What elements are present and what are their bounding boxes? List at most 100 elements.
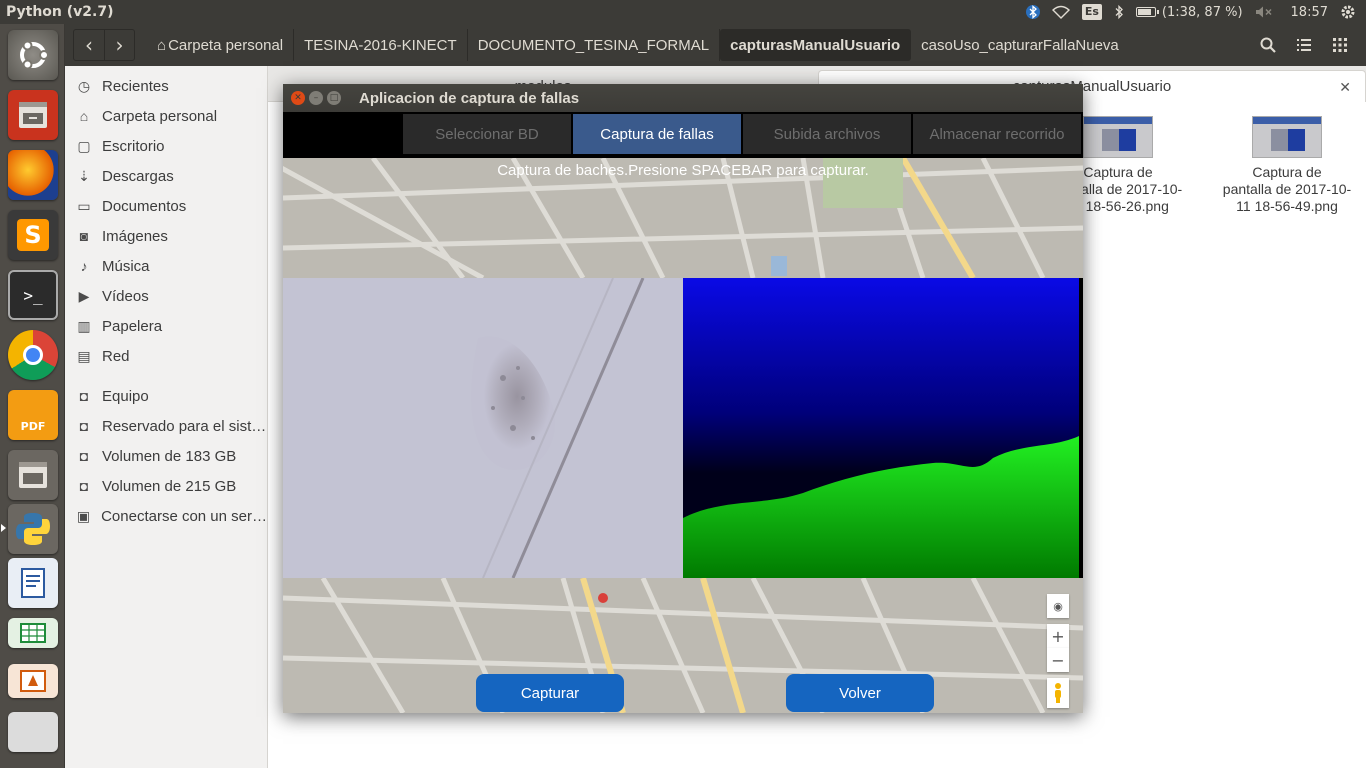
sidebar-separator	[65, 371, 267, 381]
python-icon[interactable]	[8, 504, 58, 554]
files-icon[interactable]	[8, 90, 58, 140]
breadcrumb-label: capturasManualUsuario	[730, 36, 901, 54]
sidebar-item-trash[interactable]: ▥ Papelera	[65, 311, 267, 341]
map-zoom-in-button[interactable]: +	[1047, 624, 1069, 648]
sidebar-item-recent[interactable]: ◷ Recientes	[65, 71, 267, 101]
breadcrumb-label: DOCUMENTO_TESINA_FORMAL	[477, 36, 710, 54]
active-app-title: Python (v2.7)	[6, 4, 114, 20]
map-zoom-out-button[interactable]: −	[1047, 648, 1069, 672]
forward-button[interactable]: ›	[104, 30, 134, 60]
sidebar-item-network[interactable]: ▤ Red	[65, 341, 267, 371]
libreoffice-writer-icon[interactable]	[8, 558, 58, 608]
tab-captura-de-fallas[interactable]: Captura de fallas	[573, 114, 741, 154]
breadcrumb-label: casoUso_capturarFallaNueva	[921, 36, 1119, 54]
sidebar-item-desktop[interactable]: ▢ Escritorio	[65, 131, 267, 161]
sidebar-item-label: Red	[102, 347, 130, 365]
sidebar-item-label: Carpeta personal	[102, 107, 218, 125]
sidebar-item-downloads[interactable]: ⇣ Descargas	[65, 161, 267, 191]
sidebar-item-connect-server[interactable]: ▣ Conectarse con un ser…	[65, 501, 267, 531]
file-manager-tools	[1252, 30, 1356, 60]
document-icon: ▭	[77, 197, 91, 214]
sidebar-item-volume-215[interactable]: ◘ Volumen de 215 GB	[65, 471, 267, 501]
drive-icon: ◘	[79, 448, 89, 464]
image-thumbnail	[1083, 116, 1153, 158]
grid-view-button[interactable]	[1324, 30, 1356, 60]
keyboard-layout-indicator[interactable]: Es	[1081, 0, 1102, 24]
back-button[interactable]: ‹	[74, 30, 104, 60]
chevron-left-icon: ‹	[85, 33, 93, 57]
breadcrumb-item[interactable]: casoUso_capturarFallaNueva	[911, 29, 1129, 61]
tab-seleccionar-bd[interactable]: Seleccionar BD	[403, 114, 571, 154]
sidebar-item-computer[interactable]: ◘ Equipo	[65, 381, 267, 411]
window-minimize-button[interactable]: –	[309, 91, 323, 105]
network-icon: ▤	[77, 347, 91, 364]
street-view-pegman[interactable]	[1047, 678, 1069, 708]
back-button[interactable]: Volver	[786, 674, 934, 712]
pegman-icon	[1055, 683, 1061, 703]
tab-almacenar-recorrido[interactable]: Almacenar recorrido	[913, 114, 1081, 154]
trash-icon: ▥	[77, 317, 91, 334]
breadcrumb-home[interactable]: ⌂ Carpeta personal	[147, 29, 295, 61]
sublime-text-icon[interactable]: S	[8, 210, 58, 260]
image-thumbnail	[1252, 116, 1322, 158]
file-item[interactable]: Captura de pantalla de 2017-10- 11 18-56…	[1217, 116, 1357, 215]
window-title: Aplicacion de captura de fallas	[359, 89, 580, 107]
close-tab-icon[interactable]: ✕	[1339, 79, 1351, 96]
bluetooth-icon[interactable]	[1025, 0, 1040, 24]
map-location-button[interactable]: ◉	[1047, 594, 1069, 618]
sidebar-item-label: Documentos	[102, 197, 187, 215]
libreoffice-impress-icon[interactable]	[8, 664, 58, 698]
sidebar-item-label: Reservado para el sist…	[102, 417, 267, 435]
sidebar-item-pictures[interactable]: ◙ Imágenes	[65, 221, 267, 251]
file-name-line: 11 18-56-49.png	[1236, 198, 1338, 214]
depth-camera-view	[683, 278, 1083, 578]
window-close-button[interactable]: ✕	[291, 91, 305, 105]
sidebar-item-reserved[interactable]: ◘ Reservado para el sist…	[65, 411, 267, 441]
files-icon[interactable]	[8, 450, 58, 500]
pdf-glyph: PDF	[20, 419, 46, 433]
foxit-pdf-icon[interactable]: PDF	[8, 390, 58, 440]
tab-label: Almacenar recorrido	[929, 125, 1065, 143]
ubuntu-dash-icon[interactable]	[8, 30, 58, 80]
firefox-icon[interactable]	[8, 150, 58, 200]
capture-button[interactable]: Capturar	[476, 674, 624, 712]
battery-indicator[interactable]: (1:38, 87 %)	[1135, 0, 1243, 24]
maximize-icon: □	[329, 92, 339, 103]
breadcrumb-item[interactable]: TESINA-2016-KINECT	[294, 29, 468, 61]
sidebar-item-volume-183[interactable]: ◘ Volumen de 183 GB	[65, 441, 267, 471]
chrome-center	[23, 345, 43, 365]
sound-muted-icon[interactable]	[1255, 0, 1273, 24]
sidebar-item-label: Descargas	[102, 167, 174, 185]
window-maximize-button[interactable]: □	[327, 91, 341, 105]
window-titlebar[interactable]: ✕ – □ Aplicacion de captura de fallas	[283, 84, 1083, 112]
terminal-icon[interactable]: >_	[8, 270, 58, 320]
home-icon: ⌂	[157, 36, 167, 54]
search-button[interactable]	[1252, 30, 1284, 60]
wifi-icon[interactable]	[1051, 0, 1070, 24]
battery-icon	[1135, 7, 1159, 17]
sidebar-item-music[interactable]: ♪ Música	[65, 251, 267, 281]
session-gear-icon[interactable]	[1340, 0, 1356, 24]
list-view-button[interactable]	[1288, 30, 1320, 60]
sidebar-item-videos[interactable]: ▶ Vídeos	[65, 281, 267, 311]
sidebar-item-documents[interactable]: ▭ Documentos	[65, 191, 267, 221]
sidebar-item-label: Volumen de 183 GB	[102, 447, 237, 465]
drive-icon: ◘	[79, 478, 89, 494]
clock[interactable]: 18:57	[1291, 0, 1328, 24]
sidebar-item-home[interactable]: ⌂ Carpeta personal	[65, 101, 267, 131]
breadcrumb-item[interactable]: DOCUMENTO_TESINA_FORMAL	[468, 29, 721, 61]
chrome-icon[interactable]	[8, 330, 58, 380]
sidebar-item-label: Escritorio	[102, 137, 165, 155]
libreoffice-draw-icon[interactable]	[8, 712, 58, 752]
tab-subida-archivos[interactable]: Subida archivos	[743, 114, 911, 154]
plus-icon: +	[1051, 626, 1065, 646]
bluetooth-status-icon[interactable]	[1114, 0, 1124, 24]
breadcrumb-item-current[interactable]: capturasManualUsuario	[720, 29, 912, 61]
tab-label: Subida archivos	[773, 125, 881, 143]
libreoffice-calc-icon[interactable]	[8, 618, 58, 648]
video-icon: ▶	[78, 287, 90, 304]
capture-instructions: Captura de baches.Presione SPACEBAR para…	[497, 162, 869, 179]
keyboard-layout-label: Es	[1081, 4, 1102, 20]
breadcrumb: ⌂ Carpeta personal TESINA-2016-KINECT DO…	[147, 29, 1129, 61]
drive-icon: ◘	[79, 388, 89, 404]
